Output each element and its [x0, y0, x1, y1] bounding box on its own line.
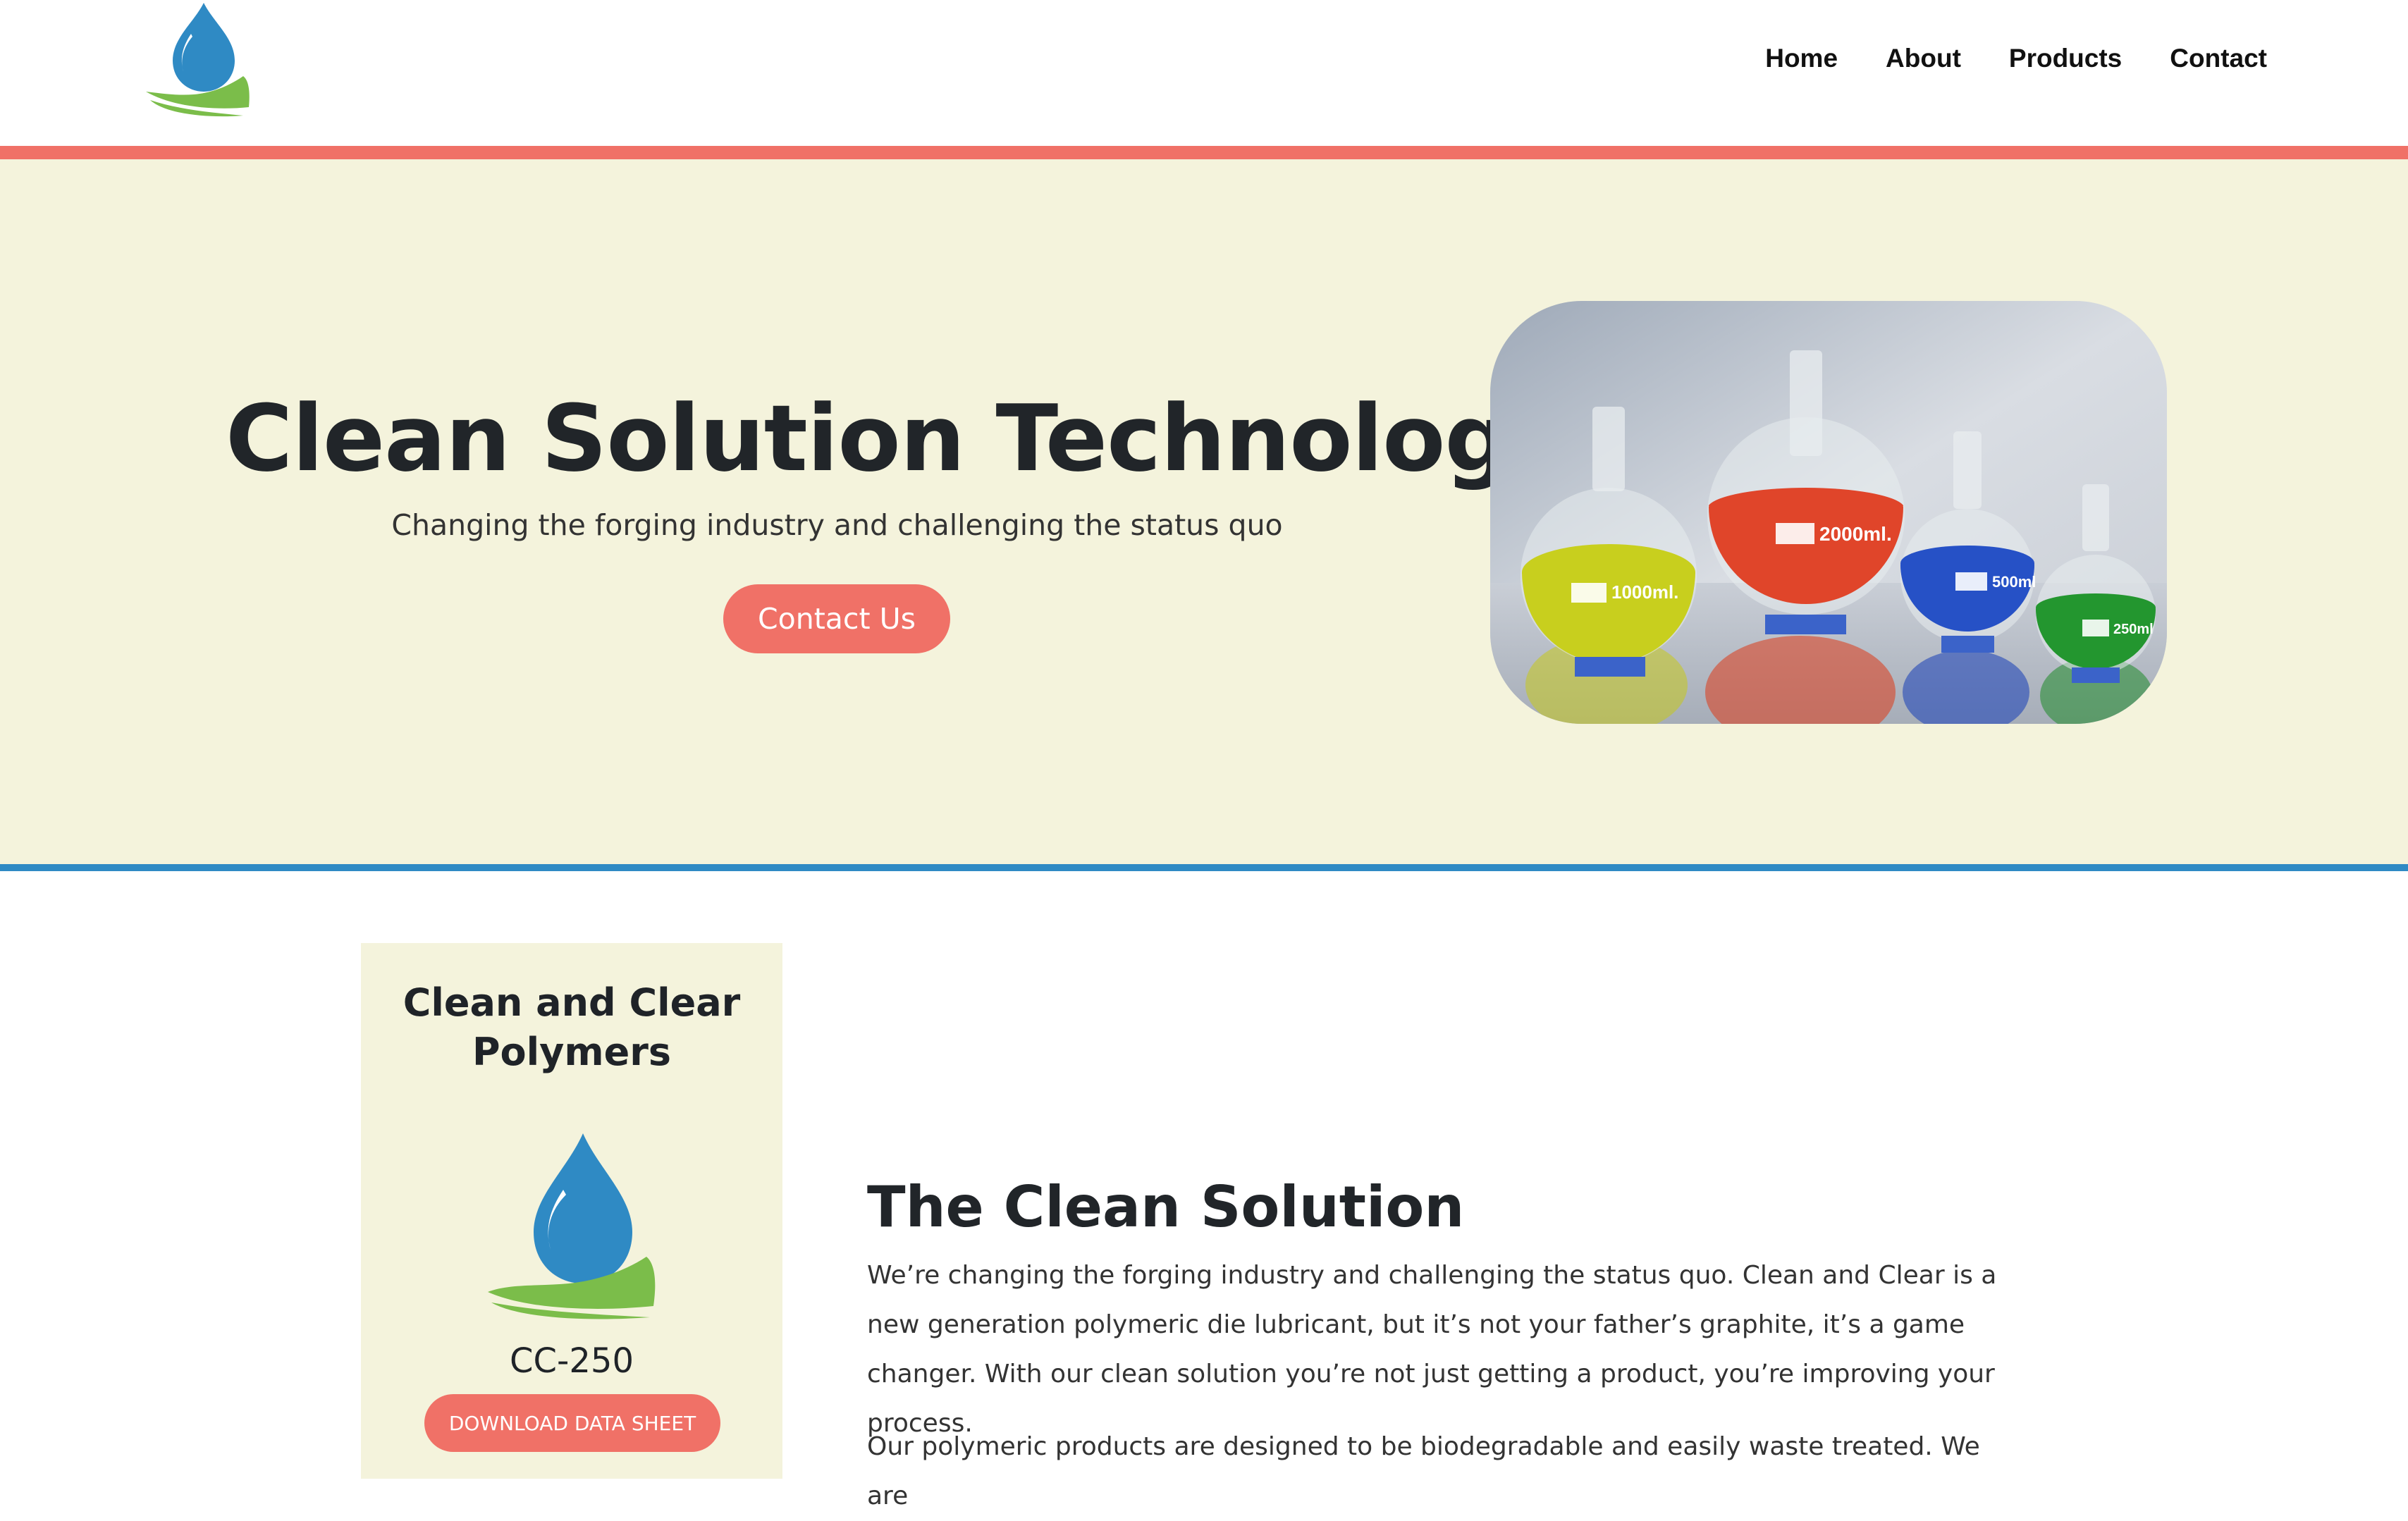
product-card-title: Clean and Clear Polymers: [403, 980, 741, 1074]
bottom-accent-stripe: [0, 864, 2408, 871]
hero-subtitle: Changing the forging industry and challe…: [391, 508, 1283, 542]
product-code: CC-250: [510, 1341, 634, 1381]
download-data-sheet-button[interactable]: DOWNLOAD DATA SHEET: [424, 1394, 720, 1452]
hero-flasks-image: 1000ml. 2000ml. 500ml 250ml: [1490, 301, 2167, 724]
flask-label-1000: 1000ml.: [1611, 581, 1678, 603]
nav-products-link[interactable]: Products: [2009, 44, 2122, 73]
section-heading: The Clean Solution: [867, 1174, 1465, 1240]
water-drop-leaf-icon: [488, 1133, 656, 1319]
intro-paragraph: We’re changing the forging industry and …: [867, 1261, 1997, 1438]
flask-label-2000: 2000ml.: [1819, 523, 1892, 545]
contact-us-button[interactable]: Contact Us: [723, 584, 950, 653]
nav-home-link[interactable]: Home: [1765, 44, 1838, 73]
top-accent-stripe: [0, 146, 2408, 159]
water-drop-leaf-icon[interactable]: [145, 1, 250, 117]
nav-about-link[interactable]: About: [1886, 44, 1961, 73]
product-card: Clean and Clear Polymers CC-250 DOWNLOAD…: [361, 943, 782, 1479]
main-nav: Home About Products Contact: [1765, 44, 2267, 73]
second-paragraph: Our polymeric products are designed to b…: [867, 1432, 1980, 1510]
site-header: Home About Products Contact: [0, 0, 2408, 146]
hero-section: Clean Solution Technologies Changing the…: [0, 159, 2408, 864]
flasks-illustration: 1000ml. 2000ml. 500ml 250ml: [1490, 301, 2167, 724]
nav-contact-link[interactable]: Contact: [2170, 44, 2267, 73]
flask-label-250: 250ml: [2113, 622, 2154, 637]
flask-label-500: 500ml: [1992, 573, 2036, 591]
hero-title: Clean Solution Technologies: [226, 385, 1657, 492]
